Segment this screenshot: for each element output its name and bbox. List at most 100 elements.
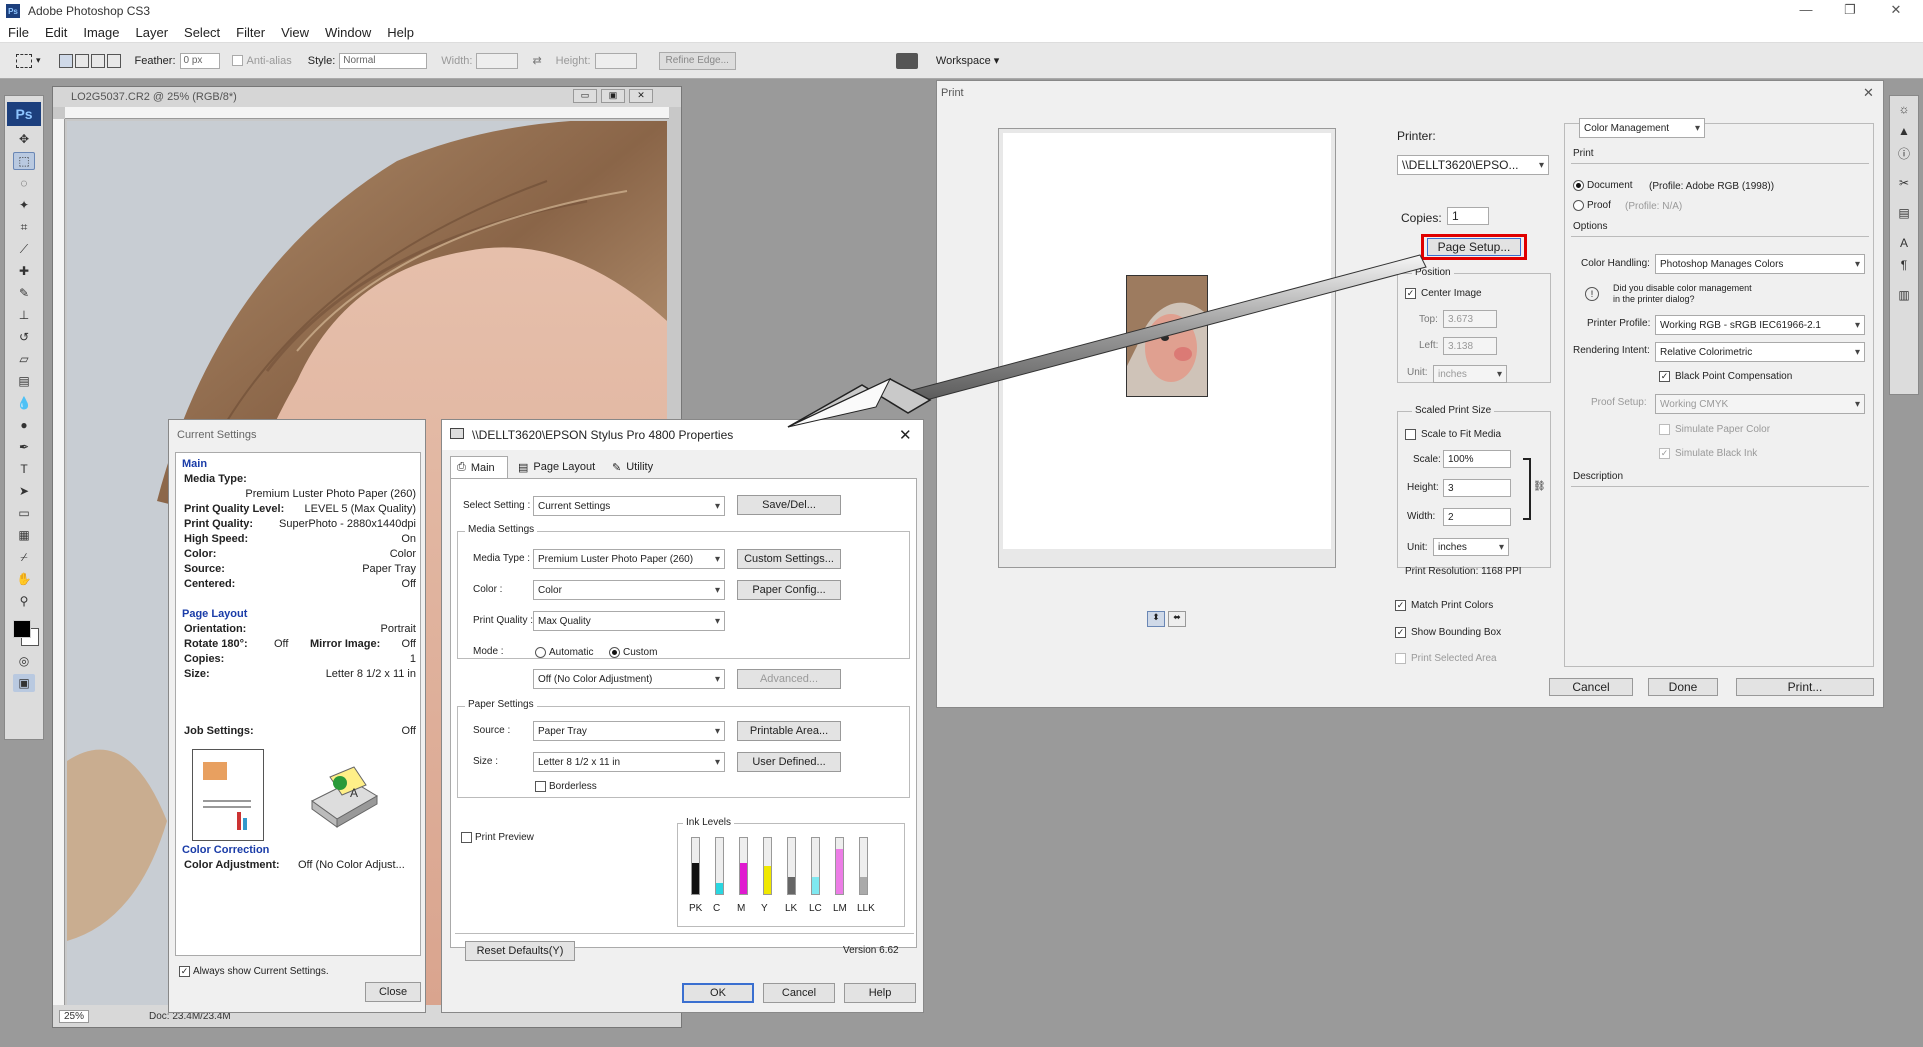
- marquee-tool-icon[interactable]: [16, 53, 32, 68]
- quick-mask-icon[interactable]: ◎: [13, 652, 35, 670]
- magic-wand-tool-icon[interactable]: ✦: [13, 196, 35, 214]
- proof-radio[interactable]: [1573, 200, 1584, 211]
- custom-radio[interactable]: [609, 647, 620, 658]
- portrait-orientation-icon[interactable]: ⬍: [1147, 611, 1165, 627]
- width-input[interactable]: 2: [1443, 508, 1511, 526]
- tool-preset-chevron-icon[interactable]: ▾: [36, 55, 41, 66]
- print-preview-checkbox[interactable]: [461, 832, 472, 843]
- tab-page-layout[interactable]: ▤ Page Layout: [512, 456, 601, 478]
- current-settings-close-button[interactable]: Close: [365, 982, 421, 1002]
- gradient-tool-icon[interactable]: ▤: [13, 372, 35, 390]
- actions-panel-icon[interactable]: ▥: [1893, 286, 1915, 304]
- menu-layer[interactable]: Layer: [128, 25, 177, 40]
- printable-area-button[interactable]: Printable Area...: [737, 721, 841, 741]
- refine-edge-button[interactable]: Refine Edge...: [658, 51, 736, 70]
- blur-tool-icon[interactable]: 💧: [13, 394, 35, 412]
- print-print-button[interactable]: Print...: [1736, 678, 1874, 696]
- document-radio[interactable]: [1573, 180, 1584, 191]
- scale-input[interactable]: 100%: [1443, 450, 1511, 468]
- screen-mode-icon[interactable]: ▣: [13, 674, 35, 692]
- reset-defaults-button[interactable]: Reset Defaults(Y): [465, 941, 575, 961]
- slice-tool-icon[interactable]: ⟋: [13, 240, 35, 258]
- top-input[interactable]: 3.673: [1443, 310, 1497, 328]
- menu-image[interactable]: Image: [75, 25, 127, 40]
- hand-tool-icon[interactable]: ✋: [13, 570, 35, 588]
- link-icon[interactable]: ⛓: [1533, 481, 1546, 492]
- zoom-level[interactable]: 25%: [59, 1009, 90, 1023]
- menu-select[interactable]: Select: [176, 25, 228, 40]
- info-panel-icon[interactable]: ⓘ: [1893, 144, 1915, 162]
- tab-utility[interactable]: ✎ Utility: [606, 456, 659, 478]
- print-done-button[interactable]: Done: [1648, 678, 1718, 696]
- menu-help[interactable]: Help: [379, 25, 422, 40]
- save-del-button[interactable]: Save/Del...: [737, 495, 841, 515]
- healing-brush-tool-icon[interactable]: ✚: [13, 262, 35, 280]
- rect-marquee-tool-icon[interactable]: ⬚: [13, 152, 35, 170]
- menu-window[interactable]: Window: [317, 25, 379, 40]
- landscape-orientation-icon[interactable]: ⬌: [1168, 611, 1186, 627]
- left-input[interactable]: 3.138: [1443, 337, 1497, 355]
- print-quality-select[interactable]: Max Quality: [533, 611, 725, 631]
- menu-edit[interactable]: Edit: [37, 25, 75, 40]
- crop-tool-icon[interactable]: ⌗: [13, 218, 35, 236]
- workspace-menu[interactable]: Workspace ▾: [936, 54, 999, 67]
- zoom-tool-icon[interactable]: ⚲: [13, 592, 35, 610]
- style-select[interactable]: Normal: [339, 52, 428, 69]
- width-input[interactable]: [476, 52, 519, 69]
- type-tool-icon[interactable]: T: [13, 460, 35, 478]
- feather-input[interactable]: 0 px: [179, 52, 220, 69]
- navigator-panel-icon[interactable]: ☼: [1893, 100, 1915, 118]
- tools-panel-icon[interactable]: ✂: [1893, 174, 1915, 192]
- height-input[interactable]: [594, 52, 637, 69]
- rendering-intent-select[interactable]: Relative Colorimetric: [1655, 342, 1865, 362]
- proof-setup-select[interactable]: Working CMYK: [1655, 394, 1865, 414]
- size-select[interactable]: Letter 8 1/2 x 11 in: [533, 752, 725, 772]
- height-input[interactable]: 3: [1443, 479, 1511, 497]
- close-button[interactable]: ✕: [1876, 2, 1916, 20]
- dodge-tool-icon[interactable]: ●: [13, 416, 35, 434]
- media-type-select[interactable]: Premium Luster Photo Paper (260): [533, 549, 725, 569]
- epson-cancel-button[interactable]: Cancel: [763, 983, 835, 1003]
- move-tool-icon[interactable]: ✥: [13, 130, 35, 148]
- path-selection-tool-icon[interactable]: ➤: [13, 482, 35, 500]
- print-cancel-button[interactable]: Cancel: [1549, 678, 1633, 696]
- doc-maximize-button[interactable]: ▣: [601, 89, 625, 103]
- color-management-select[interactable]: Color Management: [1579, 118, 1705, 138]
- tab-main[interactable]: ⎙ Main: [450, 456, 508, 478]
- eraser-tool-icon[interactable]: ▱: [13, 350, 35, 368]
- automatic-radio[interactable]: [535, 647, 546, 658]
- show-bounding-box-checkbox[interactable]: ✓: [1395, 627, 1406, 638]
- bridge-icon[interactable]: [895, 52, 918, 69]
- scale-unit-select[interactable]: inches: [1433, 538, 1509, 556]
- printer-profile-select[interactable]: Working RGB - sRGB IEC61966-2.1: [1655, 315, 1865, 335]
- position-unit-select[interactable]: inches: [1433, 365, 1507, 383]
- print-dialog-close-icon[interactable]: ✕: [1863, 85, 1874, 101]
- clone-stamp-tool-icon[interactable]: ⊥: [13, 306, 35, 324]
- color-swatches[interactable]: [9, 614, 39, 648]
- epson-help-button[interactable]: Help: [844, 983, 916, 1003]
- printer-select[interactable]: \\DELLT3620\EPSO...: [1397, 155, 1549, 175]
- user-defined-button[interactable]: User Defined...: [737, 752, 841, 772]
- restore-button[interactable]: ❐: [1830, 2, 1870, 20]
- swap-icon[interactable]: ⇄: [532, 54, 541, 67]
- page-setup-button[interactable]: Page Setup...: [1427, 238, 1521, 256]
- black-point-checkbox[interactable]: ✓: [1659, 371, 1670, 382]
- paragraph-panel-icon[interactable]: ¶: [1893, 256, 1915, 274]
- pen-tool-icon[interactable]: ✒: [13, 438, 35, 456]
- paper-config-button[interactable]: Paper Config...: [737, 580, 841, 600]
- simulate-black-checkbox[interactable]: ✓: [1659, 448, 1670, 459]
- history-brush-tool-icon[interactable]: ↺: [13, 328, 35, 346]
- antialias-checkbox[interactable]: [231, 55, 243, 66]
- lasso-tool-icon[interactable]: ◌: [13, 174, 35, 192]
- borderless-checkbox[interactable]: [535, 781, 546, 792]
- copies-input[interactable]: 1: [1447, 207, 1489, 225]
- menu-file[interactable]: File: [0, 25, 37, 40]
- doc-minimize-button[interactable]: ▭: [573, 89, 597, 103]
- custom-settings-button[interactable]: Custom Settings...: [737, 549, 841, 569]
- color-mode-select[interactable]: Off (No Color Adjustment): [533, 669, 725, 689]
- color-handling-select[interactable]: Photoshop Manages Colors: [1655, 254, 1865, 274]
- source-select[interactable]: Paper Tray: [533, 721, 725, 741]
- epson-ok-button[interactable]: OK: [682, 983, 754, 1003]
- menu-view[interactable]: View: [273, 25, 317, 40]
- select-setting-select[interactable]: Current Settings: [533, 496, 725, 516]
